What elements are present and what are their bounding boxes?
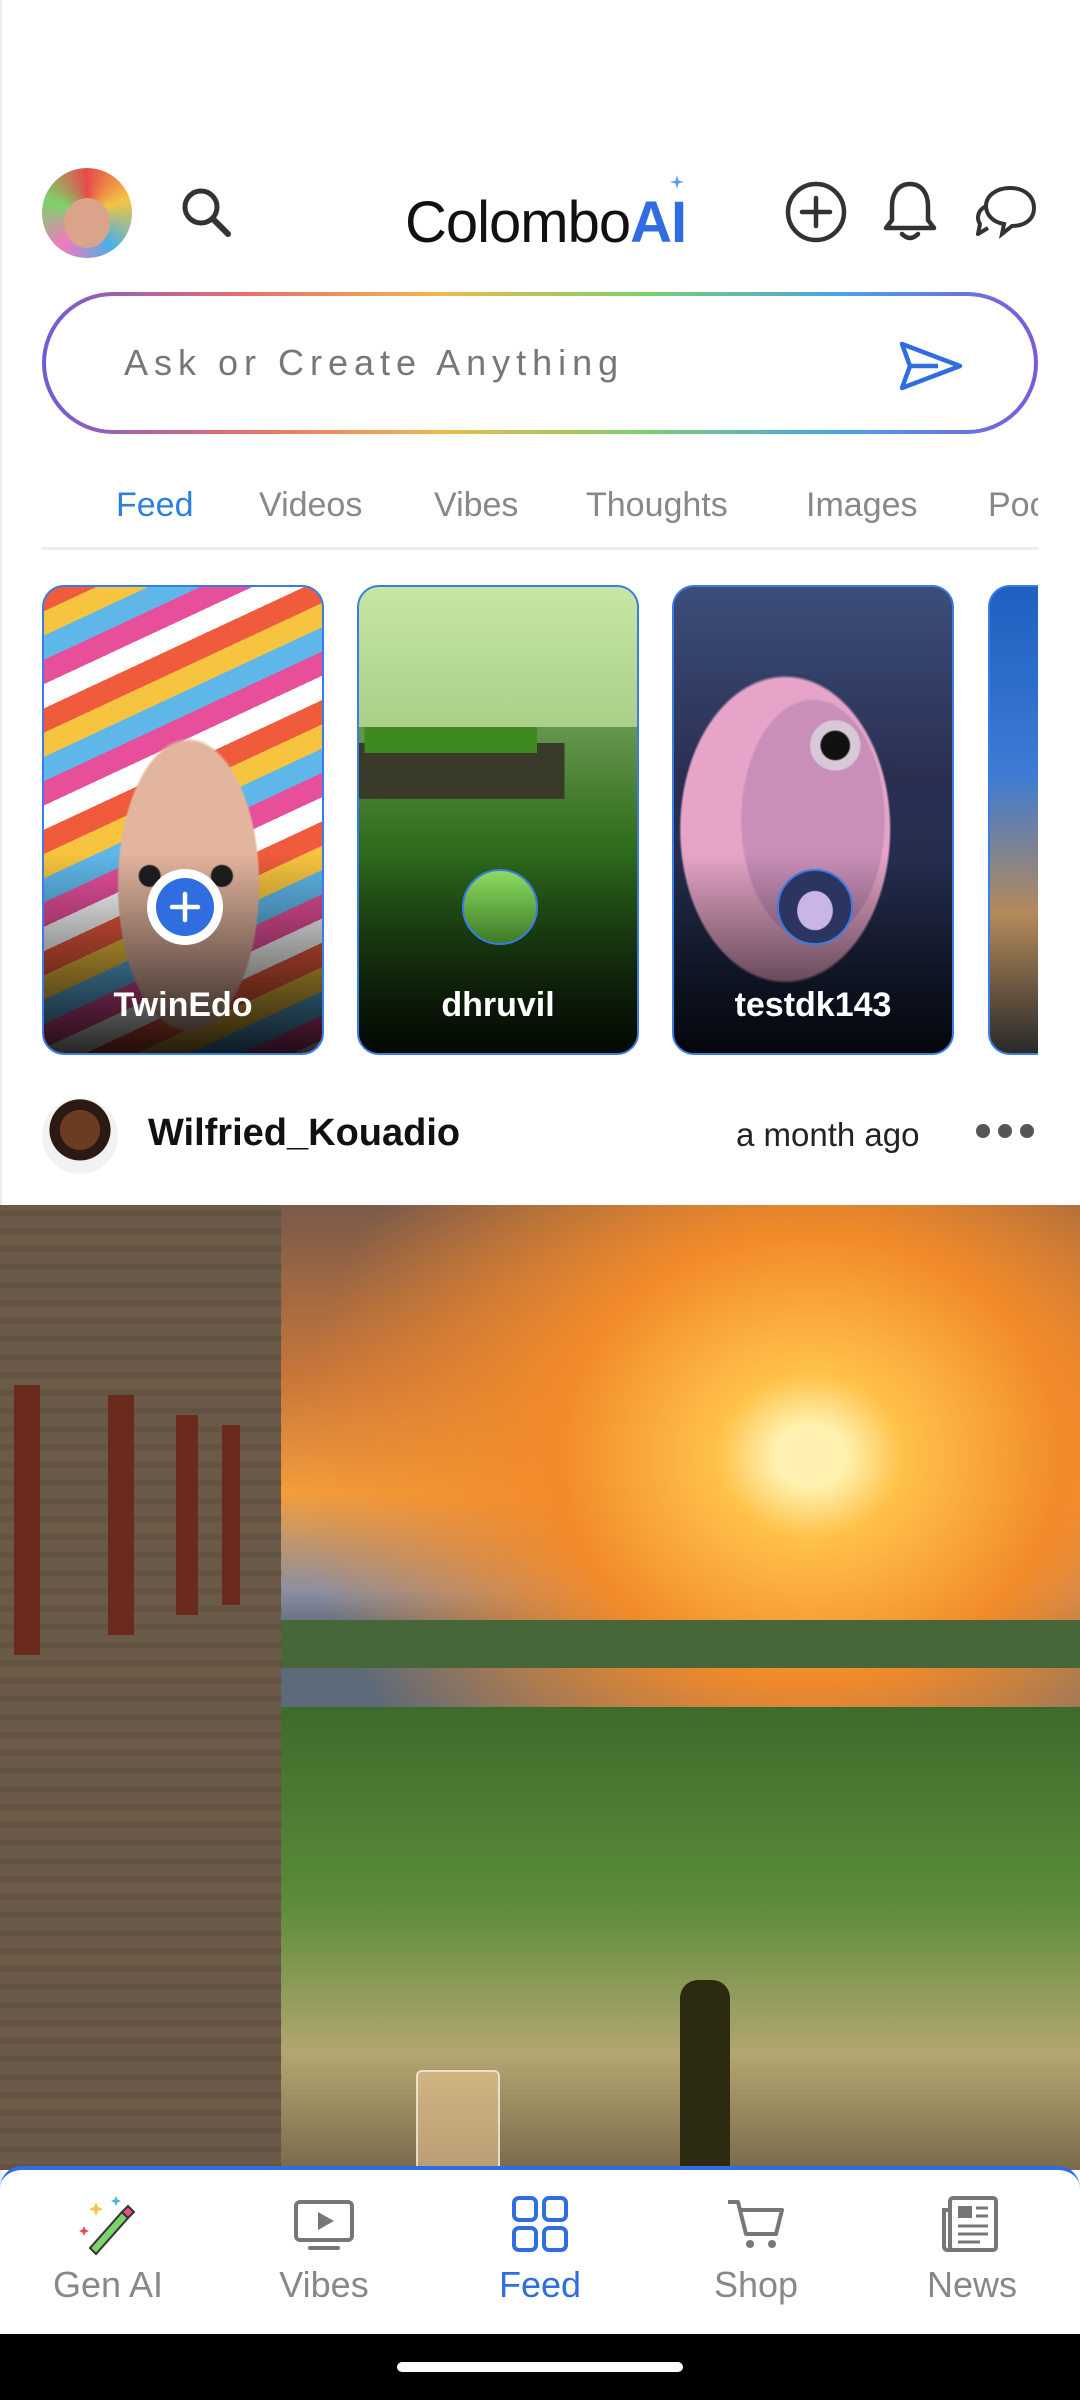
ask-input-frame[interactable]: Ask or Create Anything <box>42 292 1038 434</box>
story-card[interactable]: TwinEdo <box>42 585 324 1055</box>
bell-icon[interactable] <box>876 176 944 246</box>
create-plus-icon[interactable] <box>782 178 850 246</box>
nav-label: Feed <box>498 2264 582 2305</box>
feed-tabs: Feed Videos Vibes Thoughts Images Poc <box>0 480 1080 550</box>
story-card[interactable]: dhruvil <box>357 585 639 1055</box>
magic-pen-icon <box>79 2196 136 2256</box>
post-image[interactable] <box>0 1205 1080 2170</box>
logo-text: Colombo <box>405 190 631 255</box>
tab-vibes[interactable]: Vibes <box>434 486 518 525</box>
chat-bubbles-icon[interactable] <box>972 180 1040 244</box>
wine-glass <box>416 2070 500 2174</box>
tab-videos[interactable]: Videos <box>259 486 362 525</box>
bottom-navigation: Gen AI Vibes Feed Shop News <box>0 2166 1080 2334</box>
home-indicator[interactable] <box>397 2362 683 2372</box>
story-card[interactable]: testdk143 <box>672 585 954 1055</box>
send-icon[interactable] <box>898 338 964 399</box>
cart-icon <box>728 2200 784 2248</box>
ask-input[interactable]: Ask or Create Anything <box>124 342 624 384</box>
nav-label: Shop <box>713 2264 799 2305</box>
post-timestamp: a month ago <box>736 1116 920 1153</box>
logo-accent: AI <box>630 175 687 256</box>
story-name: testdk143 <box>734 986 892 1024</box>
logo-accent-text: AI <box>630 190 687 255</box>
tabs-divider <box>42 547 1038 550</box>
tab-images[interactable]: Images <box>806 486 918 525</box>
story-name: TwinEdo <box>113 986 253 1024</box>
sparkle-icon <box>670 175 685 189</box>
nav-feed[interactable]: Feed <box>432 2192 648 2322</box>
nav-label: Vibes <box>279 2264 369 2305</box>
nav-label: News <box>926 2264 1018 2305</box>
nav-vibes[interactable]: Vibes <box>216 2192 432 2322</box>
more-options-icon[interactable] <box>976 1124 1034 1138</box>
story-card-partial[interactable] <box>988 585 1038 1055</box>
tab-feed[interactable]: Feed <box>116 486 194 525</box>
story-avatar <box>462 869 538 945</box>
app-logo: Colombo AI <box>405 175 687 256</box>
tab-thoughts[interactable]: Thoughts <box>586 486 728 525</box>
nav-shop[interactable]: Shop <box>648 2192 864 2322</box>
video-icon <box>294 2200 354 2250</box>
post-author-avatar[interactable] <box>42 1098 118 1174</box>
nav-label: Gen AI <box>52 2264 164 2305</box>
post-username[interactable]: Wilfried_Kouadio <box>148 1112 460 1155</box>
newspaper-icon <box>942 2196 998 2252</box>
story-name: dhruvil <box>441 986 555 1024</box>
nav-gen-ai[interactable]: Gen AI <box>0 2192 216 2322</box>
story-avatar <box>777 869 853 945</box>
profile-avatar[interactable] <box>42 168 132 258</box>
grid-icon <box>512 2196 568 2252</box>
search-icon[interactable] <box>176 182 236 242</box>
wine-bottle <box>680 1980 730 2170</box>
nav-news[interactable]: News <box>864 2192 1080 2322</box>
add-story-icon[interactable] <box>147 869 223 945</box>
tab-podcasts[interactable]: Poc <box>988 486 1038 525</box>
